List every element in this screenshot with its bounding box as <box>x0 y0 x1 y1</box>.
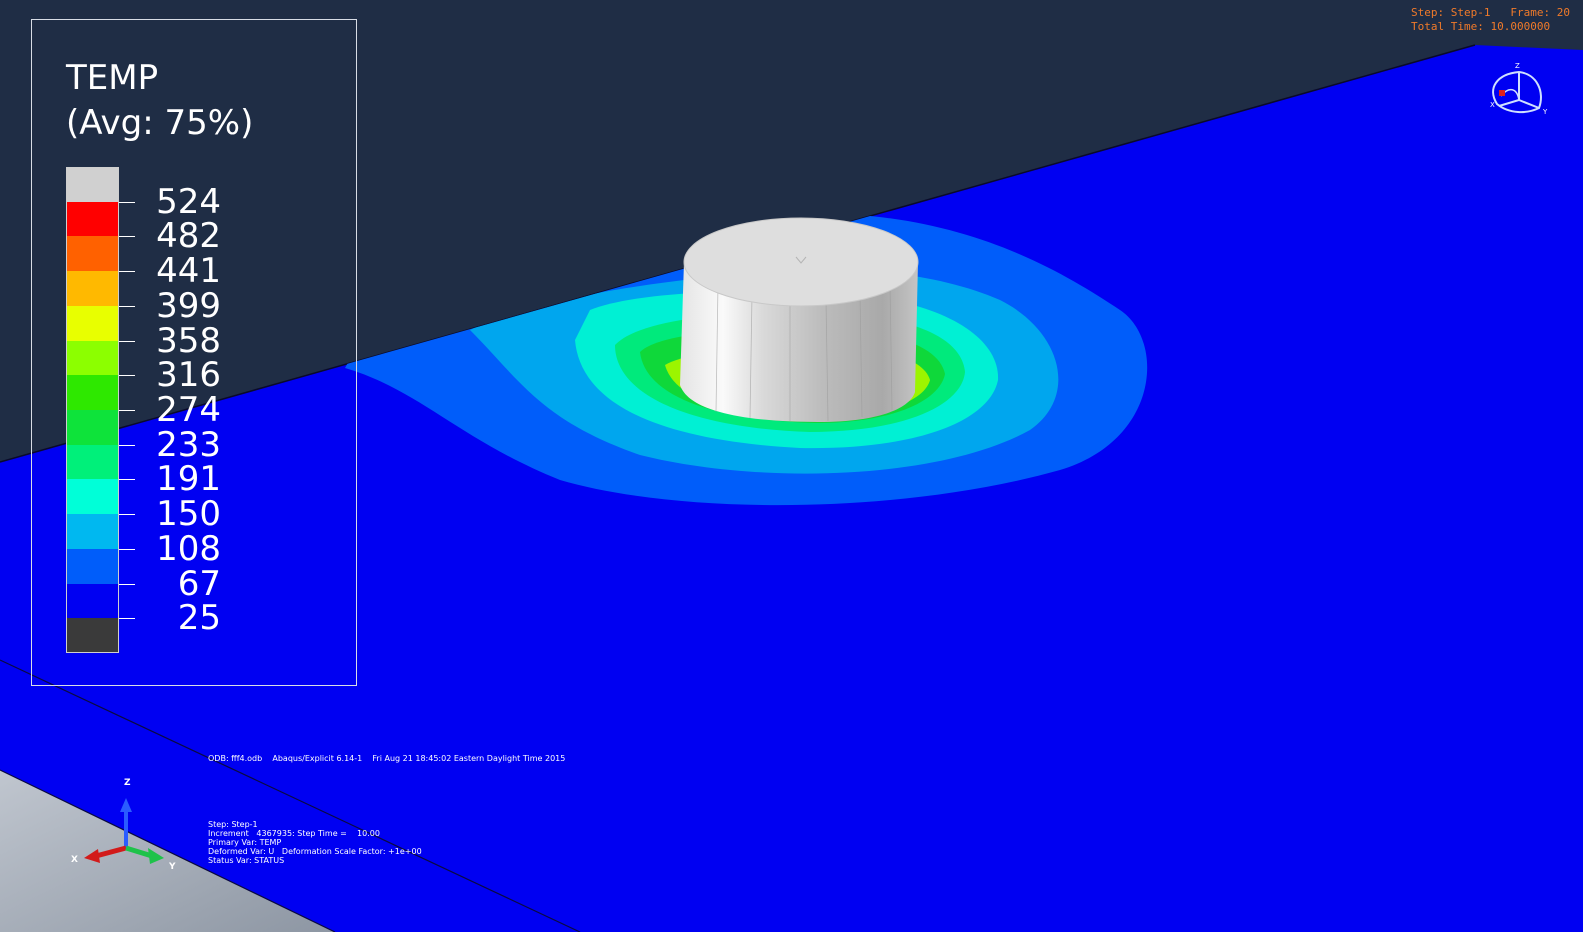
legend-tick <box>119 514 135 516</box>
legend-level-label: 67 <box>177 563 221 604</box>
cylinder-tool <box>680 217 919 422</box>
legend-tick <box>119 305 135 307</box>
legend-swatch <box>66 340 119 376</box>
legend-tick <box>119 410 135 411</box>
legend-tick <box>119 444 135 446</box>
legend-swatch <box>66 410 119 446</box>
legend-swatch <box>66 236 119 272</box>
legend-level-label: 399 <box>156 285 221 326</box>
cylinder-top <box>683 217 919 307</box>
legend-title: TEMP (Avg: 75%) <box>66 58 254 143</box>
frame-status: Step: Step-1 Frame: 20 Total Time: 10.00… <box>1411 6 1570 34</box>
odb-info: ODB: fff4.odb Abaqus/Explicit 6.14-1 Fri… <box>208 754 566 763</box>
total-time-text: Total Time: 10.000000 <box>1411 20 1551 33</box>
legend-level-label: 358 <box>156 320 221 361</box>
legend-tick <box>119 548 135 550</box>
legend-level-label: 441 <box>156 251 221 292</box>
cube-x-label: X <box>1490 101 1495 109</box>
step-info: Step: Step-1 Increment 4367935: Step Tim… <box>208 820 422 865</box>
legend-swatch <box>66 167 119 203</box>
legend-swatch <box>66 201 119 237</box>
legend-level-label: 316 <box>156 355 221 396</box>
legend-swatch <box>66 375 119 411</box>
legend-tick <box>119 271 135 273</box>
legend-tick <box>119 479 135 481</box>
legend-swatch <box>66 514 119 550</box>
legend-level-label: 482 <box>156 216 221 257</box>
legend-level-label: 191 <box>156 459 221 500</box>
triad-y-label: Y <box>169 862 176 872</box>
legend-level-label: 150 <box>156 494 221 535</box>
legend-level-label: 108 <box>156 528 221 569</box>
legend-swatch <box>66 618 119 654</box>
legend-swatch <box>66 305 119 342</box>
cube-z-label: Z <box>1515 62 1520 70</box>
legend-tick <box>119 583 135 585</box>
legend-swatch <box>66 583 119 619</box>
legend-tick <box>119 618 135 620</box>
legend-level-label: 233 <box>156 424 221 465</box>
legend-level-label: 524 <box>156 181 221 222</box>
viewport[interactable]: TEMP (Avg: 75%) 524 482 441 399 358 316 274 233… <box>0 0 1583 932</box>
legend-tick <box>119 340 135 342</box>
legend-tick <box>119 236 135 238</box>
cube-y-label: Y <box>1543 108 1548 116</box>
legend-level-label: 25 <box>177 598 221 639</box>
legend-swatch <box>66 548 119 585</box>
triad-x-label: X <box>71 855 78 865</box>
legend-swatch <box>66 271 119 307</box>
step-frame-text: Step: Step-1 Frame: 20 <box>1411 6 1570 19</box>
legend-level-label: 274 <box>156 390 221 430</box>
temperature-legend: TEMP (Avg: 75%) 524 482 441 399 358 316 274 233… <box>31 19 357 686</box>
legend-tick <box>119 201 135 203</box>
legend-swatch <box>66 479 119 515</box>
legend-tick <box>119 375 135 377</box>
triad-z-label: Z <box>124 778 131 788</box>
legend-swatch <box>66 444 119 480</box>
